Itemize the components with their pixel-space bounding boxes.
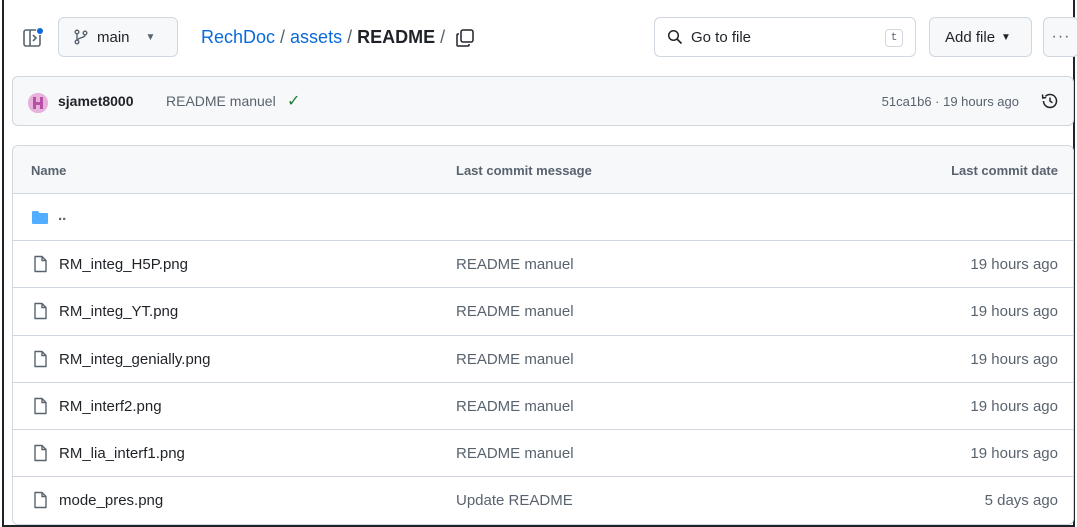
file-name-link[interactable]: RM_integ_genially.png xyxy=(59,351,211,368)
file-icon xyxy=(34,255,47,273)
commit-date: 19 hours ago xyxy=(970,397,1058,415)
file-name-link[interactable]: RM_integ_YT.png xyxy=(59,303,178,320)
file-icon xyxy=(34,350,47,367)
breadcrumb-separator: / xyxy=(347,27,353,47)
parent-directory-link[interactable]: .. xyxy=(58,207,66,224)
more-options-button[interactable]: ··· xyxy=(1043,17,1077,57)
file-icon xyxy=(34,303,47,320)
search-icon xyxy=(667,29,683,45)
commit-message-link[interactable]: README manuel xyxy=(456,445,574,462)
table-row[interactable]: RM_integ_H5P.png README manuel 19 hours … xyxy=(13,241,1073,289)
file-name-link[interactable]: RM_integ_H5P.png xyxy=(59,256,188,273)
commit-date: 19 hours ago xyxy=(970,350,1058,368)
column-header-message: Last commit message xyxy=(456,163,592,178)
commit-date: 5 days ago xyxy=(984,492,1058,510)
commit-message-link[interactable]: README manuel xyxy=(456,398,574,415)
file-icon xyxy=(34,444,47,462)
commit-author-link[interactable]: sjamet8000 xyxy=(58,93,134,109)
avatar[interactable] xyxy=(28,93,48,113)
commit-message-link[interactable]: README manuel xyxy=(456,351,574,368)
breadcrumb-current: README xyxy=(357,27,436,47)
commit-date: 19 hours ago xyxy=(970,303,1058,321)
commit-message-link[interactable]: Update README xyxy=(456,492,573,509)
folder-icon xyxy=(32,211,48,224)
go-to-file-input[interactable]: Go to file t xyxy=(654,17,916,57)
check-icon[interactable]: ✓ xyxy=(287,91,300,111)
table-header: Name Last commit message Last commit dat… xyxy=(13,146,1073,194)
branch-selector-button[interactable]: main ▼ xyxy=(58,17,178,57)
breadcrumb-repo-link[interactable]: RechDoc xyxy=(201,27,275,48)
add-file-label: Add file xyxy=(945,28,996,46)
file-name-link[interactable]: RM_interf2.png xyxy=(59,398,162,415)
git-branch-icon xyxy=(74,29,88,45)
file-icon xyxy=(34,491,47,509)
breadcrumb-separator: / xyxy=(280,27,286,47)
chevron-down-icon: ▼ xyxy=(1001,31,1011,43)
commit-message-link[interactable]: README manuel xyxy=(456,303,574,320)
table-row[interactable]: RM_interf2.png README manuel 19 hours ag… xyxy=(13,383,1073,430)
table-row-parent-directory[interactable]: .. xyxy=(13,194,1073,242)
table-row[interactable]: RM_integ_genially.png README manuel 19 h… xyxy=(13,336,1073,383)
commit-sha-time[interactable]: 51ca1b6 · 19 hours ago xyxy=(882,94,1019,109)
kebab-icon: ··· xyxy=(1051,28,1071,45)
commit-date: 19 hours ago xyxy=(970,444,1058,462)
commit-message-link[interactable]: README manuel xyxy=(166,93,276,109)
chevron-down-icon: ▼ xyxy=(145,31,156,43)
history-icon[interactable] xyxy=(1039,90,1061,112)
column-header-name: Name xyxy=(31,163,67,178)
breadcrumb: RechDoc / assets / README / xyxy=(201,27,450,48)
file-icon xyxy=(34,397,47,414)
branch-name: main xyxy=(97,28,130,46)
commit-date: 19 hours ago xyxy=(970,256,1058,274)
copy-path-icon[interactable] xyxy=(454,27,476,49)
file-navigation-bar: main ▼ RechDoc / assets / README / Go to… xyxy=(14,17,1077,61)
file-name-link[interactable]: RM_lia_interf1.png xyxy=(59,445,185,462)
keyboard-shortcut-badge: t xyxy=(885,29,903,47)
table-row[interactable]: RM_lia_interf1.png README manuel 19 hour… xyxy=(13,430,1073,478)
column-header-date: Last commit date xyxy=(951,163,1058,178)
file-name-link[interactable]: mode_pres.png xyxy=(59,492,163,509)
breadcrumb-folder-link[interactable]: assets xyxy=(290,27,342,48)
commit-message-link[interactable]: README manuel xyxy=(456,256,574,273)
add-file-button[interactable]: Add file ▼ xyxy=(929,17,1032,57)
file-table: Name Last commit message Last commit dat… xyxy=(12,145,1074,525)
table-row[interactable]: mode_pres.png Update README 5 days ago xyxy=(13,477,1073,524)
breadcrumb-separator: / xyxy=(440,27,446,47)
table-row[interactable]: RM_integ_YT.png README manuel 19 hours a… xyxy=(13,288,1073,336)
go-to-file-placeholder: Go to file xyxy=(691,28,752,46)
latest-commit-box: sjamet8000 README manuel ✓ 51ca1b6 · 19 … xyxy=(12,76,1074,126)
sidebar-toggle-icon[interactable] xyxy=(20,25,46,51)
